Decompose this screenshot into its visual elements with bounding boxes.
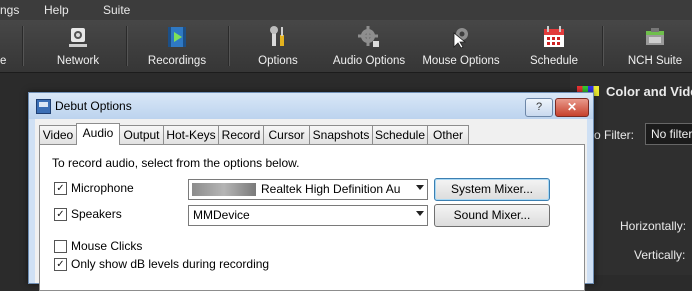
video-filter-value: No filter xyxy=(651,127,692,141)
main-window-left-strip xyxy=(0,73,30,275)
video-filter-label: o Filter: xyxy=(594,128,635,142)
speakers-device-select[interactable]: MMDevice xyxy=(188,205,428,226)
microphone-device-value: Realtek High Definition Au xyxy=(261,182,401,196)
sound-mixer-button[interactable]: Sound Mixer... xyxy=(434,204,550,227)
tab-cursor[interactable]: Cursor xyxy=(263,125,310,144)
main-toolbar: e Network Recordings Options Audio Optio… xyxy=(0,20,692,73)
options-button[interactable]: Options xyxy=(250,20,306,72)
audio-gear-icon xyxy=(358,26,379,47)
mouse-clicks-checkbox[interactable] xyxy=(54,240,67,253)
db-levels-label: Only show dB levels during recording xyxy=(71,257,270,271)
tools-icon xyxy=(270,26,284,46)
dialog-window-icon xyxy=(36,99,51,114)
chevron-down-icon xyxy=(416,185,424,190)
tab-audio[interactable]: Audio xyxy=(76,123,120,145)
vertically-label: Vertically: xyxy=(634,248,686,262)
recordings-icon xyxy=(168,27,186,47)
audio-tab-panel: To record audio, select from the options… xyxy=(39,144,585,291)
recordings-button[interactable]: Recordings xyxy=(144,20,210,72)
help-button[interactable]: ? xyxy=(525,98,553,117)
chevron-down-icon xyxy=(416,211,424,216)
recordings-label: Recordings xyxy=(147,55,207,67)
tab-schedule[interactable]: Schedule xyxy=(372,125,428,144)
mouse-gear-icon xyxy=(453,28,468,49)
menu-item-help[interactable]: Help xyxy=(44,3,69,17)
nch-suite-button[interactable]: NCH Suite xyxy=(624,20,686,72)
panel-title: Color and Vide xyxy=(606,84,692,99)
db-levels-checkbox[interactable]: ✓ xyxy=(54,258,67,271)
calendar-icon xyxy=(544,26,564,47)
debut-options-dialog: Debut Options ? ✕ Video Audio Output Hot… xyxy=(28,92,594,291)
speakers-checkbox[interactable]: ✓ xyxy=(54,208,67,221)
dialog-titlebar[interactable]: Debut Options ? ✕ xyxy=(29,93,593,119)
close-button[interactable]: ✕ xyxy=(555,98,589,117)
tab-snapshots[interactable]: Snapshots xyxy=(309,125,373,144)
horizontally-label: Horizontally: xyxy=(620,219,687,233)
microphone-label: Microphone xyxy=(71,181,134,195)
mouse-options-button[interactable]: Mouse Options xyxy=(422,20,500,72)
audio-intro-text: To record audio, select from the options… xyxy=(52,156,300,170)
mouse-options-label: Mouse Options xyxy=(422,55,500,67)
menu-item-settings[interactable]: ngs xyxy=(0,3,19,17)
system-mixer-button[interactable]: System Mixer... xyxy=(434,178,550,201)
speakers-label: Speakers xyxy=(71,207,122,221)
tab-record[interactable]: Record xyxy=(218,125,264,144)
speakers-device-value: MMDevice xyxy=(193,208,250,222)
mouse-clicks-label: Mouse Clicks xyxy=(71,239,143,253)
network-icon xyxy=(69,28,87,47)
audio-options-button[interactable]: Audio Options xyxy=(332,20,406,72)
toolbar-partial-label: e xyxy=(0,55,7,67)
tab-video[interactable]: Video xyxy=(39,125,77,144)
network-label: Network xyxy=(56,55,100,67)
toolbar-partial-button[interactable]: e xyxy=(0,20,14,72)
tab-hot-keys[interactable]: Hot-Keys xyxy=(163,125,219,144)
main-menubar: ngs Help Suite xyxy=(0,0,692,20)
microphone-checkbox[interactable]: ✓ xyxy=(54,182,67,195)
dialog-body: Video Audio Output Hot-Keys Record Curso… xyxy=(35,119,587,291)
network-button[interactable]: Network xyxy=(48,20,108,72)
nch-suite-icon xyxy=(646,28,664,45)
microphone-device-select[interactable]: Realtek High Definition Au xyxy=(188,179,428,200)
schedule-button[interactable]: Schedule xyxy=(526,20,582,72)
video-filter-select[interactable]: No filter xyxy=(645,123,692,145)
options-label: Options xyxy=(258,55,298,67)
nch-suite-label: NCH Suite xyxy=(627,55,683,67)
menu-item-suite[interactable]: Suite xyxy=(103,3,130,17)
redacted-device-prefix xyxy=(192,183,256,196)
tab-output[interactable]: Output xyxy=(119,125,164,144)
tab-other[interactable]: Other xyxy=(427,125,469,144)
audio-options-label: Audio Options xyxy=(332,55,406,67)
schedule-label: Schedule xyxy=(530,55,578,67)
dialog-title: Debut Options xyxy=(55,99,132,113)
